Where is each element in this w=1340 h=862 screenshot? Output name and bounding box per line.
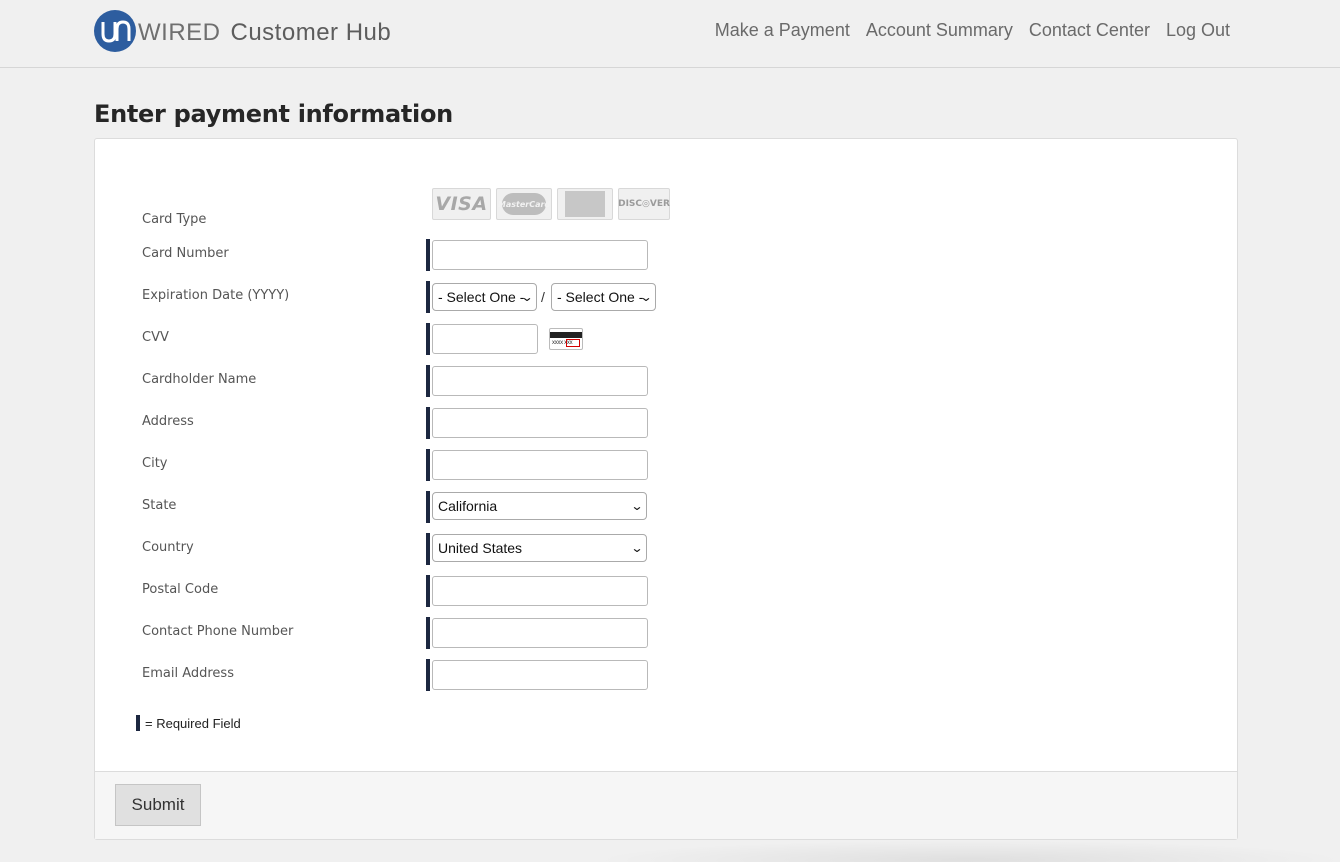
- exp-year-select[interactable]: - Select One - ⌄: [551, 283, 656, 311]
- row-postal: Postal Code: [95, 575, 1237, 617]
- row-cardholder: Cardholder Name: [95, 365, 1237, 407]
- required-indicator: [426, 533, 430, 565]
- row-country: Country United States ⌄: [95, 533, 1237, 575]
- submit-button[interactable]: Submit: [115, 784, 201, 826]
- postal-input[interactable]: [432, 576, 648, 606]
- state-value: California: [438, 498, 498, 514]
- email-label: Email Address: [142, 666, 234, 681]
- expiration-label: Expiration Date (YYYY): [142, 288, 290, 303]
- required-indicator: [426, 239, 430, 271]
- city-label: City: [142, 456, 168, 471]
- required-indicator: [426, 323, 430, 355]
- cvv-icon-box: [566, 339, 580, 347]
- country-label: Country: [142, 540, 194, 555]
- row-expiration: Expiration Date (YYYY) - Select One - ⌄ …: [95, 281, 1237, 323]
- country-select[interactable]: United States ⌄: [432, 534, 647, 562]
- payment-form-panel: Card Type VISA MasterCard DISC◎VER Card …: [94, 138, 1238, 840]
- row-cvv: CVV: [95, 323, 1237, 365]
- card-number-label: Card Number: [142, 246, 229, 261]
- required-indicator: [426, 491, 430, 523]
- cardholder-input[interactable]: [432, 366, 648, 396]
- row-card-number: Card Number: [95, 239, 1237, 281]
- page-title: Enter payment information: [94, 100, 453, 128]
- nav-make-payment[interactable]: Make a Payment: [715, 20, 850, 41]
- chevron-down-icon: ⌄: [520, 290, 534, 304]
- required-legend-text: = Required Field: [145, 716, 241, 731]
- form-footer: Submit: [95, 771, 1237, 839]
- mastercard-card-icon[interactable]: MasterCard: [496, 188, 552, 220]
- email-input[interactable]: [432, 660, 648, 690]
- state-label: State: [142, 498, 177, 513]
- nav-account-summary[interactable]: Account Summary: [866, 20, 1013, 41]
- address-input[interactable]: [432, 408, 648, 438]
- nav-log-out[interactable]: Log Out: [1166, 20, 1230, 41]
- amex-card-icon[interactable]: [557, 188, 613, 220]
- chevron-down-icon: ⌄: [630, 499, 644, 513]
- address-label: Address: [142, 414, 194, 429]
- state-select[interactable]: California ⌄: [432, 492, 647, 520]
- card-number-input[interactable]: [432, 240, 648, 270]
- header: WIRED Customer Hub Make a Payment Account…: [0, 0, 1340, 68]
- unwired-logo[interactable]: WIRED Customer Hub: [94, 10, 394, 54]
- row-email: Email Address: [95, 659, 1237, 701]
- required-indicator: [426, 365, 430, 397]
- row-city: City: [95, 449, 1237, 491]
- discover-card-icon[interactable]: DISC◎VER: [618, 188, 670, 220]
- brand-word: WIRED: [138, 19, 221, 46]
- postal-label: Postal Code: [142, 582, 219, 597]
- brand-suffix: Customer Hub: [230, 19, 392, 46]
- cvv-label: CVV: [142, 330, 169, 345]
- visa-card-icon[interactable]: VISA: [432, 188, 491, 220]
- required-indicator: [426, 617, 430, 649]
- chevron-down-icon: ⌄: [639, 290, 653, 304]
- required-indicator: [426, 281, 430, 313]
- required-indicator: [426, 407, 430, 439]
- exp-month-select[interactable]: - Select One - ⌄: [432, 283, 537, 311]
- card-type-logos: VISA MasterCard DISC◎VER: [432, 188, 670, 220]
- phone-label: Contact Phone Number: [142, 624, 294, 639]
- cardholder-label: Cardholder Name: [142, 372, 257, 387]
- cvv-help-icon[interactable]: xxxx xxx: [549, 328, 583, 350]
- required-indicator: [426, 575, 430, 607]
- logo-circle-icon: [94, 10, 136, 52]
- country-value: United States: [438, 540, 523, 556]
- exp-year-value: - Select One -: [557, 289, 644, 305]
- row-address: Address: [95, 407, 1237, 449]
- chevron-down-icon: ⌄: [630, 541, 644, 555]
- cvv-icon-stripe: [550, 332, 582, 338]
- required-indicator: [426, 659, 430, 691]
- nav-contact-center[interactable]: Contact Center: [1029, 20, 1150, 41]
- row-phone: Contact Phone Number: [95, 617, 1237, 659]
- required-indicator: [136, 715, 140, 731]
- card-type-label: Card Type: [142, 212, 207, 227]
- required-indicator: [426, 449, 430, 481]
- background-shadow: [590, 840, 1340, 862]
- exp-separator: /: [541, 289, 545, 305]
- row-state: State California ⌄: [95, 491, 1237, 533]
- phone-input[interactable]: [432, 618, 648, 648]
- brand-name: WIRED Customer Hub: [138, 19, 391, 47]
- city-input[interactable]: [432, 450, 648, 480]
- top-nav: Make a Payment Account Summary Contact C…: [715, 20, 1230, 41]
- exp-month-value: - Select One -: [438, 289, 525, 305]
- cvv-input[interactable]: [432, 324, 538, 354]
